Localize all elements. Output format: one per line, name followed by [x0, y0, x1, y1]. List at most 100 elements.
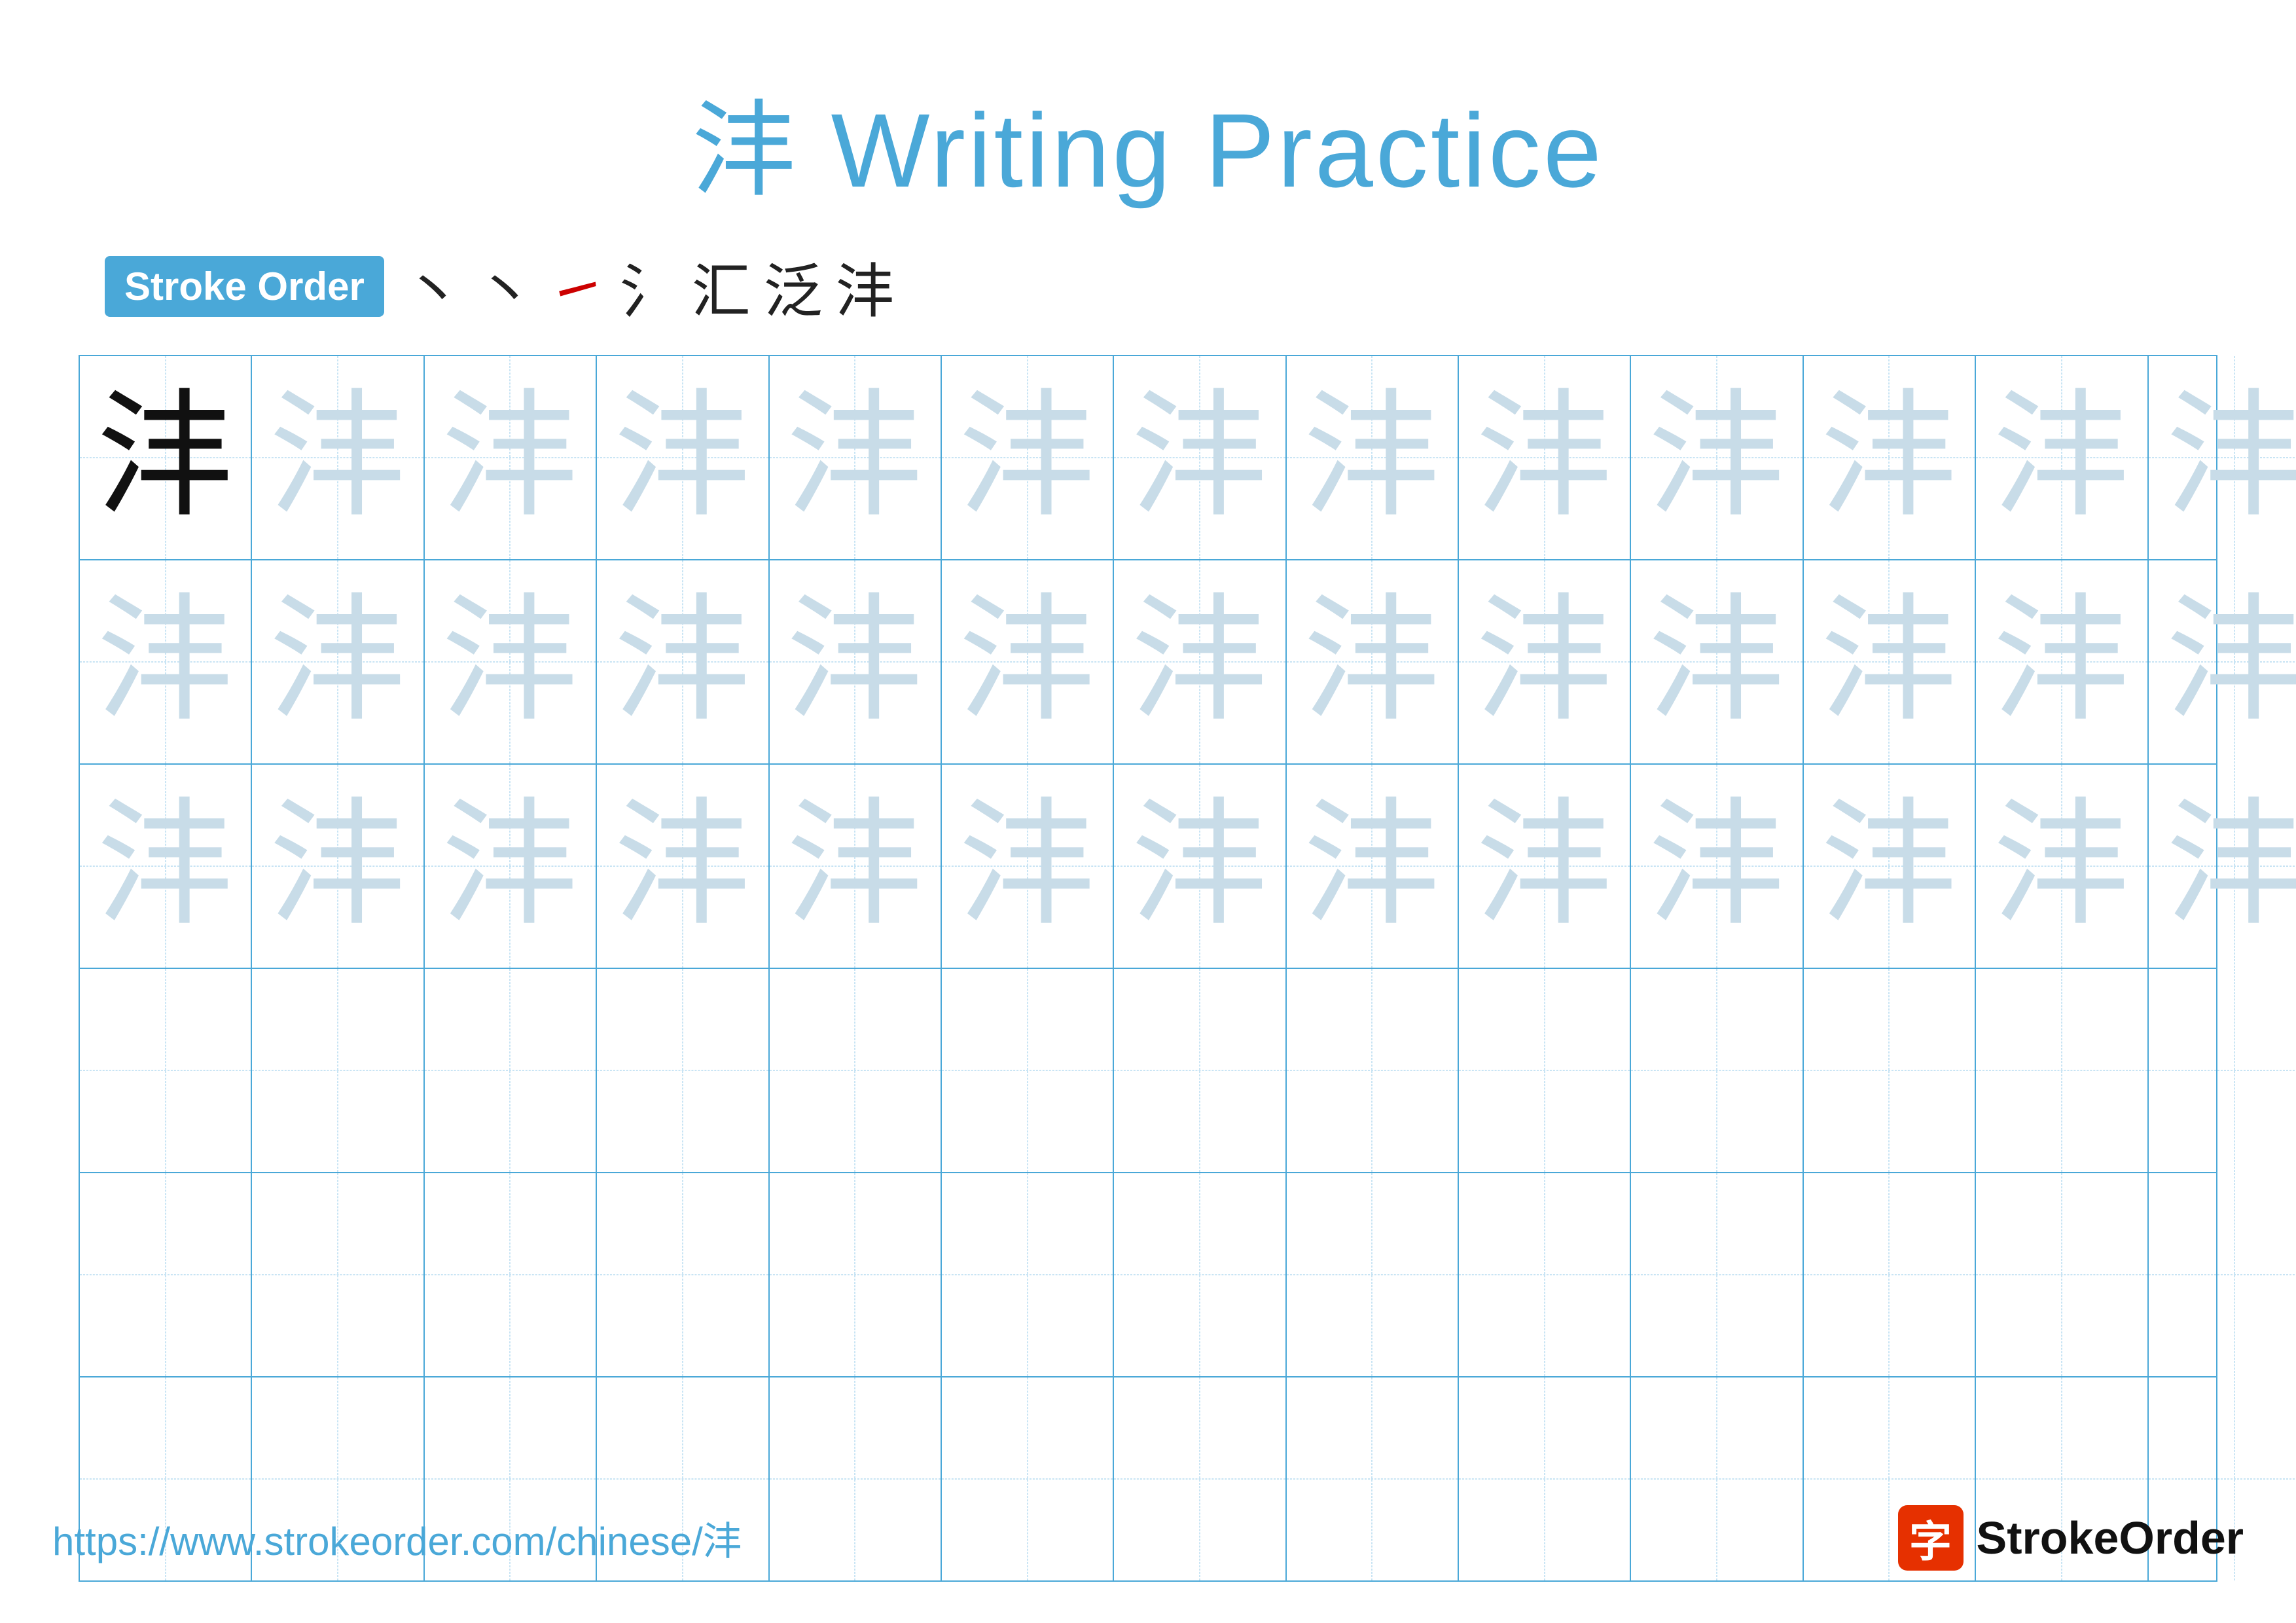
stroke-2: 丶	[476, 244, 535, 329]
grid-row-2: 沣 沣 沣 沣 沣 沣 沣 沣 沣 沣 沣 沣 沣	[80, 560, 2216, 765]
char-dark: 沣	[97, 389, 234, 526]
grid-cell-2-6: 沣	[942, 560, 1114, 763]
grid-cell-3-5: 沣	[770, 765, 942, 968]
grid-cell-2-10: 沣	[1631, 560, 1803, 763]
grid-cell-2-7: 沣	[1114, 560, 1286, 763]
page: 沣 Writing Practice Stroke Order 丶 丶 ㇀ 氵 …	[0, 0, 2296, 1623]
grid-cell-4-13	[2149, 969, 2296, 1172]
grid-cell-1-9: 沣	[1459, 356, 1631, 559]
grid-cell-4-9	[1459, 969, 1631, 1172]
char-light: 沣	[614, 593, 751, 731]
grid-cell-4-3	[425, 969, 597, 1172]
char-light: 沣	[1303, 389, 1441, 526]
footer: https://www.strokeorder.com/chinese/沣 字 …	[52, 1505, 2244, 1571]
char-light: 沣	[2166, 593, 2296, 731]
grid-cell-1-12: 沣	[1976, 356, 2148, 559]
grid-cell-3-1: 沣	[80, 765, 252, 968]
char-light: 沣	[2166, 797, 2296, 935]
char-light: 沣	[1648, 389, 1785, 526]
grid-cell-1-11: 沣	[1804, 356, 1976, 559]
grid-cell-5-3	[425, 1173, 597, 1376]
grid-cell-5-6	[942, 1173, 1114, 1376]
grid-cell-5-12	[1976, 1173, 2148, 1376]
footer-url[interactable]: https://www.strokeorder.com/chinese/沣	[52, 1510, 742, 1567]
char-light: 沣	[1476, 593, 1613, 731]
stroke-1: 丶	[404, 244, 463, 329]
grid-cell-4-12	[1976, 969, 2148, 1172]
grid-row-4	[80, 969, 2216, 1173]
grid-row-3: 沣 沣 沣 沣 沣 沣 沣 沣 沣 沣 沣 沣 沣	[80, 765, 2216, 969]
grid-cell-4-5	[770, 969, 942, 1172]
grid-cell-5-5	[770, 1173, 942, 1376]
grid-cell-1-4: 沣	[597, 356, 769, 559]
grid-cell-4-2	[252, 969, 424, 1172]
grid-cell-4-1	[80, 969, 252, 1172]
grid-cell-1-13: 沣	[2149, 356, 2296, 559]
char-light: 沣	[97, 593, 234, 731]
char-light: 沣	[1993, 797, 2130, 935]
grid-cell-5-13	[2149, 1173, 2296, 1376]
grid-cell-2-12: 沣	[1976, 560, 2148, 763]
stroke-5: 汇	[692, 244, 751, 329]
brand-icon: 字	[1898, 1505, 1964, 1571]
char-light: 沣	[1476, 797, 1613, 935]
char-light: 沣	[1131, 389, 1268, 526]
grid-cell-1-5: 沣	[770, 356, 942, 559]
char-light: 沣	[786, 593, 924, 731]
grid-row-5	[80, 1173, 2216, 1377]
char-light: 沣	[786, 389, 924, 526]
practice-grid: 沣 沣 沣 沣 沣 沣 沣 沣 沣 沣 沣 沣 沣 沣 沣 沣 沣 沣 沣 沣 …	[79, 355, 2217, 1582]
grid-cell-1-7: 沣	[1114, 356, 1286, 559]
grid-cell-3-6: 沣	[942, 765, 1114, 968]
stroke-4: 氵	[620, 244, 679, 329]
char-light: 沣	[441, 389, 579, 526]
grid-cell-2-4: 沣	[597, 560, 769, 763]
grid-cell-2-9: 沣	[1459, 560, 1631, 763]
stroke-order-section: Stroke Order 丶 丶 ㇀ 氵 汇 泛 沣	[105, 244, 2244, 329]
grid-cell-2-8: 沣	[1287, 560, 1459, 763]
char-light: 沣	[1131, 593, 1268, 731]
grid-cell-5-7	[1114, 1173, 1286, 1376]
char-light: 沣	[786, 797, 924, 935]
grid-cell-4-11	[1804, 969, 1976, 1172]
grid-cell-3-12: 沣	[1976, 765, 2148, 968]
grid-cell-2-1: 沣	[80, 560, 252, 763]
char-light: 沣	[1303, 593, 1441, 731]
grid-cell-3-10: 沣	[1631, 765, 1803, 968]
grid-cell-5-4	[597, 1173, 769, 1376]
grid-cell-1-2: 沣	[252, 356, 424, 559]
grid-cell-1-3: 沣	[425, 356, 597, 559]
grid-cell-3-3: 沣	[425, 765, 597, 968]
grid-cell-1-1: 沣	[80, 356, 252, 559]
grid-cell-4-7	[1114, 969, 1286, 1172]
char-light: 沣	[1820, 593, 1958, 731]
char-light: 沣	[269, 797, 406, 935]
char-light: 沣	[97, 797, 234, 935]
char-light: 沣	[441, 593, 579, 731]
char-light: 沣	[269, 389, 406, 526]
grid-cell-3-2: 沣	[252, 765, 424, 968]
char-light: 沣	[959, 797, 1096, 935]
char-light: 沣	[959, 389, 1096, 526]
char-light: 沣	[1993, 389, 2130, 526]
char-light: 沣	[1303, 797, 1441, 935]
grid-cell-3-9: 沣	[1459, 765, 1631, 968]
title-section: 沣 Writing Practice	[52, 65, 2244, 217]
char-light: 沣	[1476, 389, 1613, 526]
grid-cell-4-8	[1287, 969, 1459, 1172]
grid-cell-1-6: 沣	[942, 356, 1114, 559]
char-light: 沣	[269, 593, 406, 731]
grid-cell-3-11: 沣	[1804, 765, 1976, 968]
char-light: 沣	[959, 593, 1096, 731]
grid-cell-1-10: 沣	[1631, 356, 1803, 559]
char-light: 沣	[1820, 797, 1958, 935]
grid-cell-2-11: 沣	[1804, 560, 1976, 763]
grid-cell-3-13: 沣	[2149, 765, 2296, 968]
grid-cell-1-8: 沣	[1287, 356, 1459, 559]
char-light: 沣	[1820, 389, 1958, 526]
char-light: 沣	[1993, 593, 2130, 731]
grid-cell-5-10	[1631, 1173, 1803, 1376]
grid-cell-2-2: 沣	[252, 560, 424, 763]
grid-cell-2-3: 沣	[425, 560, 597, 763]
grid-cell-3-8: 沣	[1287, 765, 1459, 968]
